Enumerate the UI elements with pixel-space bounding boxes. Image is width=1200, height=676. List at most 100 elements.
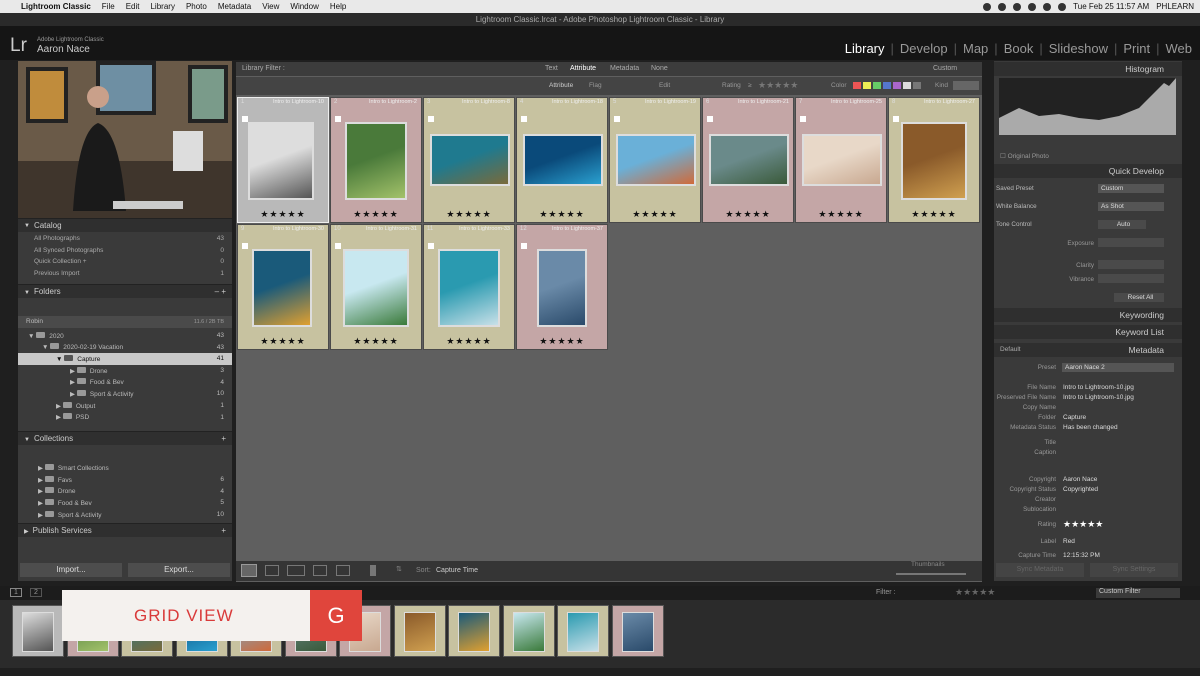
- menu-app-name[interactable]: Lightroom Classic: [21, 2, 91, 11]
- second-window-button[interactable]: 2: [30, 588, 42, 597]
- folder-row[interactable]: ▶ Drone 3: [18, 365, 232, 377]
- filter-tab-text[interactable]: Text: [545, 65, 558, 72]
- reset-all-button[interactable]: Reset All: [1114, 293, 1164, 302]
- filter-tab-none[interactable]: None: [651, 65, 668, 72]
- menu-edit[interactable]: Edit: [126, 2, 140, 11]
- wifi-icon[interactable]: [1043, 2, 1052, 11]
- flag-icon[interactable]: [800, 116, 806, 122]
- flag-icon[interactable]: [521, 243, 527, 249]
- photo-thumbnail[interactable]: [802, 134, 882, 186]
- metadata-value[interactable]: Copyrighted: [1060, 485, 1166, 494]
- star-rating[interactable]: ★★★★★: [238, 209, 328, 220]
- filter-tab-attribute[interactable]: Attribute: [570, 65, 596, 72]
- star-rating[interactable]: ★★★★★: [331, 336, 421, 347]
- photo-thumbnail[interactable]: [537, 249, 587, 327]
- import-button[interactable]: Import...: [20, 563, 122, 577]
- photo-thumbnail[interactable]: [616, 134, 696, 186]
- star-rating[interactable]: ★★★★★: [238, 336, 328, 347]
- collection-row[interactable]: ▶ Food & Bev 5: [18, 497, 232, 509]
- status-icon[interactable]: [983, 2, 992, 11]
- module-develop[interactable]: Develop: [900, 41, 948, 56]
- grid-cell[interactable]: 8 Intro to Lightroom-27 ★★★★★: [888, 97, 980, 223]
- filmstrip-thumbnail[interactable]: [502, 605, 555, 657]
- filmstrip-star-filter[interactable]: ★★★★★: [955, 587, 995, 598]
- auto-tone-button[interactable]: Auto: [1098, 220, 1146, 229]
- flag-icon[interactable]: [614, 116, 620, 122]
- collection-row[interactable]: ▶ Smart Collections: [18, 462, 232, 474]
- collection-row[interactable]: ▶ Drone 4: [18, 485, 232, 497]
- module-print[interactable]: Print: [1123, 41, 1150, 56]
- flag-icon[interactable]: [428, 243, 434, 249]
- keyword-list-header[interactable]: Keyword List: [994, 325, 1182, 339]
- folders-header[interactable]: ▼ Folders – +: [18, 284, 232, 298]
- color-red-swatch[interactable]: [853, 82, 861, 89]
- status-icon[interactable]: [998, 2, 1007, 11]
- clock[interactable]: Tue Feb 25 11:57 AM: [1073, 2, 1149, 11]
- grid-cell[interactable]: 12 Intro to Lightroom-37 ★★★★★: [516, 224, 608, 350]
- collections-header[interactable]: ▼ Collections +: [18, 431, 232, 445]
- grid-cell[interactable]: 9 Intro to Lightroom-30 ★★★★★: [237, 224, 329, 350]
- sort-select[interactable]: Capture Time: [436, 567, 478, 574]
- catalog-row[interactable]: All Photographs 43: [18, 233, 232, 245]
- flag-icon[interactable]: [521, 116, 527, 122]
- white-balance-select[interactable]: As Shot: [1098, 202, 1164, 211]
- thumbnail-size-slider[interactable]: [896, 573, 966, 575]
- flag-icon[interactable]: [242, 243, 248, 249]
- catalog-header[interactable]: ▼ Catalog: [18, 218, 232, 232]
- metadata-value[interactable]: [1060, 495, 1166, 504]
- star-rating[interactable]: ★★★★★: [331, 209, 421, 220]
- vibrance-buttons[interactable]: [1098, 274, 1164, 283]
- menu-metadata[interactable]: Metadata: [218, 2, 251, 11]
- filmstrip-thumbnail[interactable]: [448, 605, 500, 657]
- publish-services-header[interactable]: ▶ Publish Services +: [18, 523, 232, 537]
- folder-row[interactable]: ▶ Output 1: [18, 400, 232, 412]
- grid-cell[interactable]: 5 Intro to Lightroom-19 ★★★★★: [609, 97, 701, 223]
- filmstrip-thumbnail[interactable]: [611, 605, 664, 657]
- quick-develop-header[interactable]: Quick Develop: [994, 164, 1182, 178]
- catalog-row[interactable]: Quick Collection +0: [18, 256, 232, 268]
- menu-help[interactable]: Help: [330, 2, 346, 11]
- catalog-row[interactable]: All Synced Photographs 0: [18, 245, 232, 257]
- add-folder-icon[interactable]: – +: [215, 287, 226, 296]
- menu-library[interactable]: Library: [150, 2, 174, 11]
- photo-thumbnail[interactable]: [709, 134, 789, 186]
- photo-thumbnail[interactable]: [901, 122, 967, 200]
- color-yellow-swatch[interactable]: [863, 82, 871, 89]
- star-rating[interactable]: ★★★★★: [610, 209, 700, 220]
- loupe-view-icon[interactable]: [265, 565, 279, 576]
- volume-row[interactable]: Robin 11.6 / 2B TB: [18, 316, 232, 328]
- flag-icon[interactable]: [707, 116, 713, 122]
- main-window-button[interactable]: 1: [10, 588, 22, 597]
- collection-search[interactable]: [18, 445, 232, 462]
- metadata-value[interactable]: Intro to Lightroom-10.jpg: [1060, 393, 1166, 402]
- people-view-icon[interactable]: [336, 565, 350, 576]
- color-blue-swatch[interactable]: [883, 82, 891, 89]
- clarity-buttons[interactable]: [1098, 260, 1164, 269]
- saved-preset-select[interactable]: Custom: [1098, 184, 1164, 193]
- status-icon[interactable]: [1013, 2, 1022, 11]
- menu-photo[interactable]: Photo: [186, 2, 207, 11]
- folder-row[interactable]: ▼ 2020 43: [18, 330, 232, 342]
- sort-direction-icon[interactable]: ⇅: [396, 565, 402, 573]
- metadata-value[interactable]: [1060, 505, 1166, 514]
- metadata-value[interactable]: Intro to Lightroom-10.jpg: [1060, 383, 1166, 392]
- grid-cell[interactable]: 4 Intro to Lightroom-18 ★★★★★: [516, 97, 608, 223]
- grid-cell[interactable]: 6 Intro to Lightroom-21 ★★★★★: [702, 97, 794, 223]
- flag-icon[interactable]: [893, 116, 899, 122]
- battery-icon[interactable]: [1058, 2, 1067, 11]
- color-green-swatch[interactable]: [873, 82, 881, 89]
- kind-buttons[interactable]: [953, 81, 979, 90]
- grid-cell[interactable]: 10 Intro to Lightroom-31 ★★★★★: [330, 224, 422, 350]
- folder-row-selected[interactable]: ▼ Capture 41: [18, 353, 232, 365]
- metadata-value[interactable]: 12:15:32 PM: [1060, 551, 1166, 560]
- flag-icon[interactable]: [335, 243, 341, 249]
- filmstrip-thumbnail[interactable]: [557, 605, 609, 657]
- folder-row[interactable]: ▶ Sport & Activity 10: [18, 388, 232, 400]
- compare-view-icon[interactable]: [287, 565, 305, 576]
- photo-thumbnail[interactable]: [248, 122, 314, 200]
- catalog-row[interactable]: Previous Import 1: [18, 268, 232, 280]
- metadata-value[interactable]: [1060, 403, 1166, 412]
- metadata-header[interactable]: Metadata: [994, 343, 1182, 357]
- metadata-value[interactable]: Aaron Nace: [1060, 475, 1166, 484]
- status-icon[interactable]: [1028, 2, 1037, 11]
